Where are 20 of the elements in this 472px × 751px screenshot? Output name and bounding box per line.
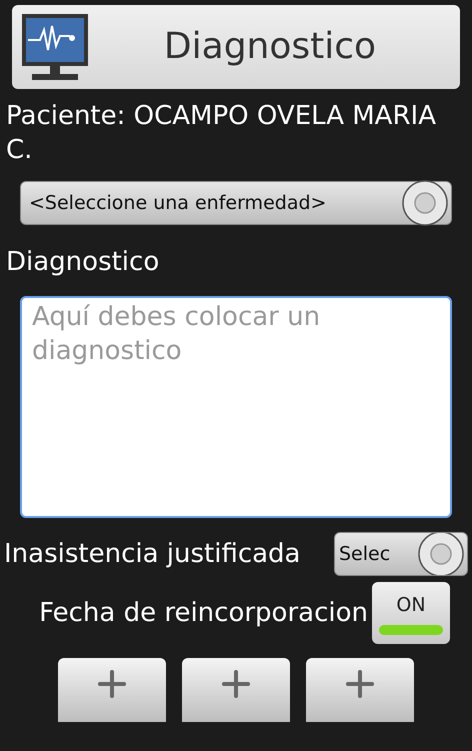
toggle-button[interactable]: ON (372, 582, 450, 644)
absence-label: Inasistencia justificada (4, 538, 300, 570)
increment-button[interactable] (58, 658, 166, 722)
increment-button[interactable] (182, 658, 290, 722)
patient-name: Paciente: OCAMPO OVELA MARIA C. (5, 100, 437, 167)
disease-dropdown[interactable]: <Seleccione una enfermedad> (20, 181, 452, 225)
plus-icon (98, 670, 126, 698)
dropdown-value: <Seleccione una enfermedad> (29, 190, 326, 216)
spinner-knob-icon (401, 179, 449, 227)
dropdown-value: Selec (339, 542, 390, 567)
absence-dropdown[interactable]: Selec (334, 532, 468, 576)
increment-button[interactable] (306, 658, 414, 722)
spinner-knob-icon (417, 533, 465, 575)
plus-icon (346, 670, 374, 698)
diagnosis-field[interactable]: Aquí debes colocar un diagnostico (20, 296, 452, 518)
return-date-label: Fecha de reincorporacion (39, 596, 368, 630)
plus-icon (222, 670, 250, 698)
heart-monitor-icon (20, 12, 90, 82)
header-title: Diagnostico (162, 25, 378, 69)
diagnosis-label: Diagnostico (5, 246, 160, 279)
